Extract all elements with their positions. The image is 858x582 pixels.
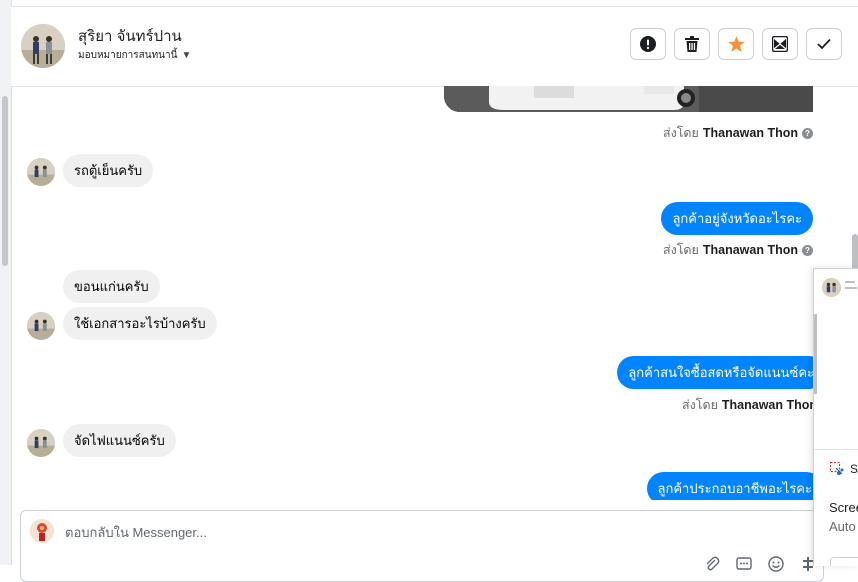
thumbnail-text-line: [845, 281, 855, 283]
help-icon[interactable]: ?: [802, 127, 813, 139]
message-thread[interactable]: ส่งโดย Thanawan Thon ? รถตู้เย็นครับ ลูก…: [11, 86, 813, 500]
contact-avatar-small[interactable]: [27, 312, 55, 340]
emoji-icon[interactable]: [765, 553, 787, 575]
spam-button[interactable]: [630, 28, 666, 60]
saved-reply-icon[interactable]: [733, 553, 755, 575]
contact-avatar-small[interactable]: [27, 158, 55, 186]
snipping-app-row: S: [830, 462, 858, 476]
message-incoming[interactable]: รถตู้เย็นครับ: [63, 154, 154, 187]
notification-body: Auto: [829, 519, 856, 534]
caret-down-icon: ▼: [181, 50, 192, 61]
message-incoming[interactable]: ขอนแก่นครับ: [63, 270, 160, 303]
envelope-icon: [772, 36, 788, 52]
contact-avatar-small[interactable]: [27, 429, 55, 457]
sent-by-label: ส่งโดย Thanawan Thon: [682, 398, 813, 412]
message-outgoing[interactable]: ลูกค้าสนใจซื้อสดหรือจัดแนนซ์คะ: [617, 356, 813, 389]
alert-circle-icon: [640, 36, 656, 52]
message-image-van[interactable]: [444, 86, 813, 112]
attachment-icon[interactable]: [701, 553, 723, 575]
help-icon[interactable]: ?: [802, 244, 813, 256]
trash-icon: [685, 36, 699, 52]
assign-label: มอบหมายการสนทนานี้: [78, 50, 178, 61]
assign-conversation-dropdown[interactable]: มอบหมายการสนทนานี้ ▼: [78, 48, 191, 63]
mark-unread-button[interactable]: [762, 28, 798, 60]
screenshot-notification-popup[interactable]: S Scree Auto: [813, 268, 858, 566]
message-outgoing[interactable]: ลูกค้าอยู่จังหวัดอะไรคะ: [661, 202, 813, 235]
message-incoming[interactable]: ใช้เอกสารอะไรบ้างครับ: [63, 307, 217, 340]
conversation-header: สุริยา จันทร์ปาน มอบหมายการสนทนานี้ ▼: [11, 6, 858, 87]
sent-by-label: ส่งโดย Thanawan Thon ?: [663, 123, 813, 143]
thumbnail-text-line: [845, 287, 857, 289]
message-outgoing[interactable]: ลูกค้าประกอบอาชีพอะไรคะ: [646, 472, 813, 500]
message-incoming[interactable]: จัดไฟแนนซ์ครับ: [63, 424, 176, 457]
check-icon: [817, 38, 831, 50]
thumbnail-avatar: [822, 278, 841, 297]
notification-title: Scree: [829, 500, 858, 515]
contact-name[interactable]: สุริยา จันทร์ปาน: [78, 24, 182, 48]
star-icon: [727, 36, 745, 52]
reply-input[interactable]: [65, 525, 665, 540]
left-scrollbar[interactable]: [2, 96, 8, 266]
contact-avatar[interactable]: [21, 24, 65, 68]
thumbnail-scrollbar: [814, 314, 817, 394]
page-avatar: [30, 519, 54, 543]
screenshot-thumbnail[interactable]: [814, 269, 858, 450]
header-actions: [630, 28, 842, 60]
reply-composer: [20, 510, 824, 582]
thread-scrollbar[interactable]: [852, 234, 858, 270]
delete-button[interactable]: [674, 28, 710, 60]
app-name: S: [850, 462, 858, 476]
star-button[interactable]: [718, 28, 754, 60]
snipping-tool-icon: [830, 462, 844, 475]
sent-by-label: ส่งโดย Thanawan Thon ?: [663, 240, 813, 260]
done-button[interactable]: [806, 28, 842, 60]
composer-toolbar: [701, 553, 819, 575]
